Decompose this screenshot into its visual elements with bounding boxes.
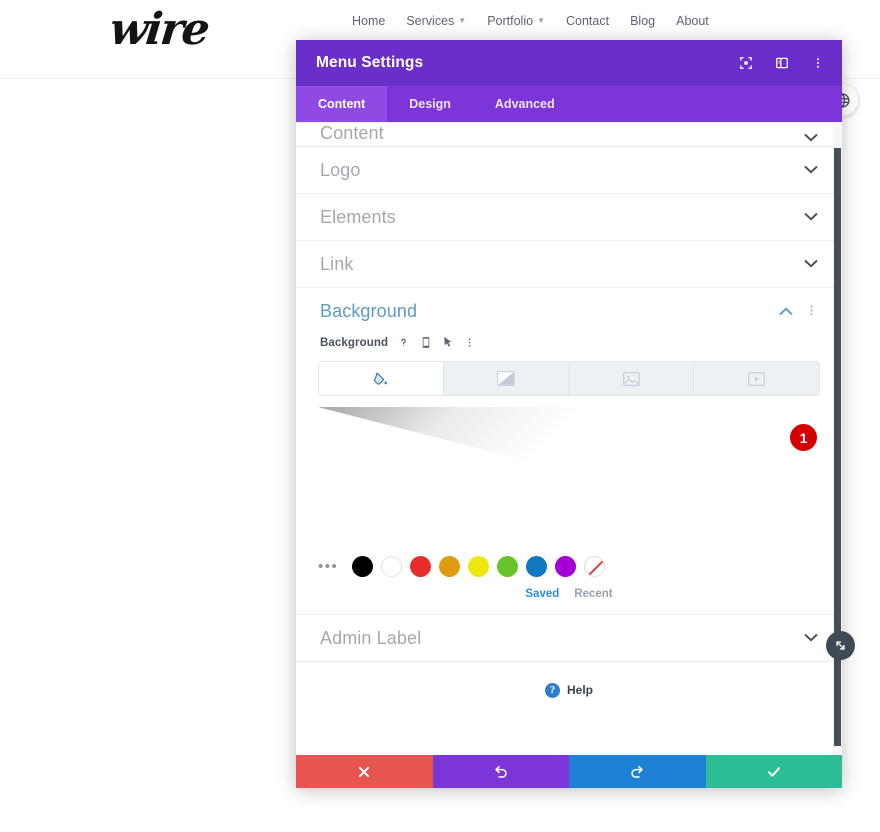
accordion-section-background: Background Background 1 ••• Saved Recent — [296, 288, 842, 615]
color-swatch-green[interactable] — [497, 556, 519, 577]
accordion-label: Link — [320, 253, 354, 274]
chevron-down-icon — [804, 211, 818, 223]
background-video-tab[interactable] — [694, 362, 819, 395]
nav-item-label: Portfolio — [487, 14, 534, 28]
titlebar-actions — [736, 53, 828, 73]
color-swatch-transparent[interactable] — [584, 556, 606, 577]
cancel-button[interactable] — [296, 755, 433, 788]
accordion-row-elements[interactable]: Elements — [296, 194, 842, 241]
nav-item-about[interactable]: About — [676, 14, 709, 28]
tab-label: Advanced — [494, 97, 555, 111]
save-button[interactable] — [705, 755, 842, 788]
help-icon[interactable] — [397, 335, 410, 350]
palette-tab-saved[interactable]: Saved — [525, 588, 559, 600]
color-swatch-red[interactable] — [410, 556, 432, 577]
background-image-tab[interactable] — [569, 362, 694, 395]
accordion-label: Content — [320, 123, 384, 143]
page-root: wire Home Services ▼ Portfolio ▼ Contact Blog A… — [0, 0, 880, 832]
fullscreen-icon[interactable] — [736, 53, 756, 73]
nav-item-label: Services — [406, 14, 455, 28]
tab-label: Content — [318, 97, 366, 111]
more-vertical-icon[interactable] — [805, 304, 818, 319]
nav-item-label: About — [676, 14, 709, 28]
accordion-row-background[interactable]: Background — [296, 288, 842, 335]
modal-title: Menu Settings — [316, 54, 424, 71]
redo-button[interactable] — [569, 755, 706, 788]
color-swatch-black[interactable] — [352, 556, 374, 577]
site-nav: Home Services ▼ Portfolio ▼ Contact Blog About — [352, 14, 709, 28]
chevron-up-icon[interactable] — [779, 306, 793, 318]
background-field-label-row: Background — [296, 335, 842, 350]
modal-tab-bar: Content Design Advanced — [296, 86, 842, 122]
background-section-actions — [779, 304, 818, 319]
chevron-down-icon — [804, 132, 818, 144]
color-swatch-orange[interactable] — [439, 556, 461, 577]
accordion-row-link[interactable]: Link — [296, 241, 842, 288]
nav-item-blog[interactable]: Blog — [630, 14, 655, 28]
color-swatch-row: ••• — [296, 536, 842, 577]
gear-icon[interactable] — [760, 421, 775, 436]
accordion-label: Admin Label — [320, 627, 422, 648]
accordion-label: Logo — [320, 159, 361, 180]
background-field-label: Background — [320, 336, 389, 349]
more-swatches-icon[interactable]: ••• — [318, 559, 338, 574]
background-gradient-tab[interactable] — [444, 362, 569, 395]
status-badge: 1 — [790, 424, 817, 451]
background-color-preview[interactable]: 1 — [318, 407, 820, 536]
undo-button[interactable] — [432, 755, 569, 788]
modal-resize-handle[interactable] — [826, 631, 855, 660]
modal-scrollbar[interactable] — [833, 122, 842, 755]
tab-design[interactable]: Design — [387, 86, 473, 122]
help-row[interactable]: ? Help — [296, 662, 842, 718]
menu-settings-modal: Menu Settings Content Design Advanced Co… — [296, 40, 842, 788]
modal-content-scroll-area: Content Logo Elements Link Background Ba… — [296, 122, 842, 755]
chevron-down-icon — [804, 258, 818, 270]
color-swatch-white[interactable] — [381, 556, 403, 577]
accordion-label: Background — [320, 301, 418, 321]
nav-item-services[interactable]: Services ▼ — [406, 14, 466, 28]
responsive-mobile-icon[interactable] — [419, 335, 432, 350]
help-icon[interactable]: ? — [544, 682, 560, 698]
background-color-tab[interactable] — [319, 362, 444, 395]
color-swatch-yellow[interactable] — [468, 556, 490, 577]
nav-item-label: Blog — [630, 14, 656, 28]
accordion-row-admin-label[interactable]: Admin Label — [296, 615, 842, 662]
panel-layout-icon[interactable] — [772, 53, 792, 73]
color-swatch-purple[interactable] — [555, 556, 577, 577]
tab-content[interactable]: Content — [296, 86, 388, 122]
more-vertical-icon[interactable] — [808, 53, 828, 73]
background-type-tabs — [318, 361, 820, 396]
nav-item-label: Home — [352, 14, 386, 28]
chevron-down-icon — [804, 164, 818, 176]
tab-advanced[interactable]: Advanced — [473, 86, 577, 122]
nav-item-contact[interactable]: Contact — [566, 14, 609, 28]
help-label: Help — [566, 683, 593, 697]
chevron-down-icon: ▼ — [458, 16, 467, 25]
nav-item-home[interactable]: Home — [352, 14, 385, 28]
site-logo[interactable]: wire — [107, 4, 210, 55]
accordion-row-content[interactable]: Content — [296, 122, 842, 147]
tab-label: Design — [409, 97, 451, 111]
accordion-row-logo[interactable]: Logo — [296, 147, 842, 194]
accordion-label: Elements — [320, 206, 396, 227]
hover-cursor-icon[interactable] — [441, 335, 454, 350]
chevron-down-icon: ▼ — [537, 16, 545, 25]
chevron-down-icon — [804, 632, 818, 644]
modal-titlebar: Menu Settings — [296, 40, 842, 86]
color-preview-fill — [318, 407, 820, 536]
palette-tab-recent[interactable]: Recent — [574, 588, 612, 600]
more-vertical-icon[interactable] — [463, 335, 476, 350]
color-swatch-blue[interactable] — [526, 556, 548, 577]
palette-tabs: Saved Recent — [296, 577, 842, 600]
nav-item-label: Contact — [565, 14, 610, 28]
nav-item-portfolio[interactable]: Portfolio ▼ — [487, 14, 545, 28]
modal-footer-actions — [296, 755, 842, 788]
